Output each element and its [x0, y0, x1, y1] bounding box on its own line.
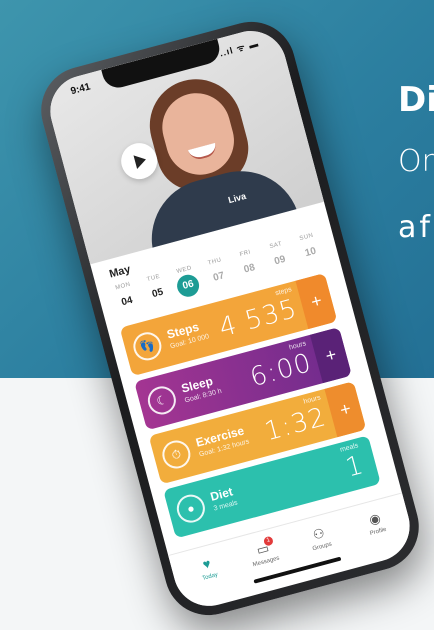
tab-groups[interactable]: ⚇ Groups — [293, 520, 348, 556]
tab-profile[interactable]: ◉ Profile — [349, 505, 404, 541]
headline: Di Or af — [398, 80, 434, 248]
card-value: 1:32 — [261, 402, 330, 448]
card-value: 1 — [342, 449, 368, 484]
footprint-icon: 👣 — [138, 337, 157, 356]
card-value: 6:00 — [247, 348, 316, 394]
tab-today[interactable]: ♥ Today — [181, 550, 236, 586]
day-fri[interactable]: FRI 08 — [231, 245, 266, 283]
day-wed-selected[interactable]: WED 06 — [169, 262, 204, 300]
moon-icon: ☾ — [154, 392, 169, 409]
headline-line-2: Or — [398, 144, 434, 179]
add-sleep-button[interactable]: + — [309, 327, 352, 384]
diet-icon: ● — [173, 491, 209, 526]
headline-title: Di — [398, 80, 434, 120]
card-value: 4 535 — [216, 293, 301, 344]
apple-icon: ● — [185, 500, 197, 517]
exercise-icon: ⏱ — [159, 437, 194, 472]
sleep-icon: ☾ — [144, 383, 180, 418]
stopwatch-icon: ⏱ — [170, 446, 183, 463]
day-thu[interactable]: THU 07 — [200, 254, 235, 292]
day-mon[interactable]: MON 04 — [108, 278, 143, 316]
day-sat[interactable]: SAT 09 — [261, 237, 296, 275]
day-tue[interactable]: TUE 05 — [139, 270, 174, 308]
tab-messages[interactable]: ▭ 1 Messages — [237, 535, 292, 571]
headline-line-3: af — [398, 210, 433, 245]
add-steps-button[interactable]: + — [295, 273, 338, 330]
add-exercise-button[interactable]: + — [324, 381, 367, 438]
steps-icon: 👣 — [130, 329, 165, 364]
calendar-month: May — [108, 263, 132, 281]
day-sun[interactable]: SUN 10 — [292, 229, 327, 267]
